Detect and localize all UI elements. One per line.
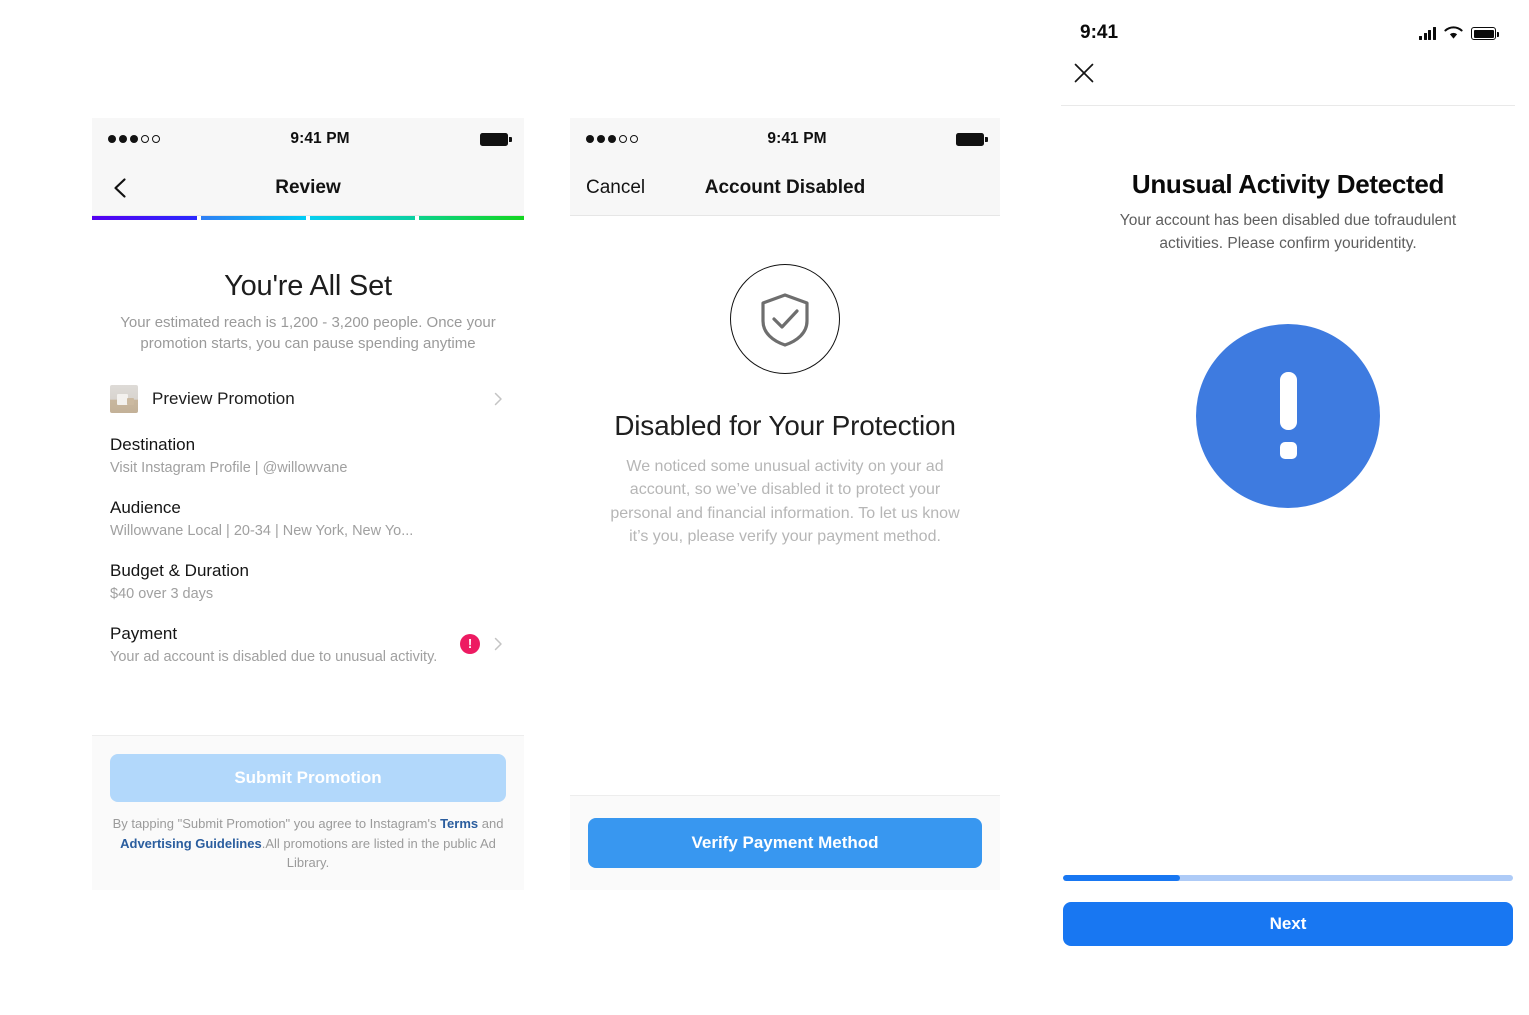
- cellular-signal-icon: [1418, 27, 1436, 40]
- preview-promotion-row[interactable]: Preview Promotion: [110, 377, 506, 429]
- detail-row-budget-duration: Budget & Duration $40 over 3 days: [110, 555, 506, 618]
- disabled-nav-bar: Cancel Account Disabled: [570, 160, 1000, 216]
- step-segment-2: [201, 216, 306, 220]
- header-divider: [1061, 105, 1515, 106]
- legal-mid: and: [478, 816, 504, 832]
- shield-check-icon: [761, 293, 809, 347]
- page-title: Review: [275, 176, 341, 198]
- detail-title: Payment: [110, 623, 178, 643]
- unusual-activity-bottom-bar: Next: [1047, 875, 1529, 968]
- progress-bar-fill: [1063, 875, 1180, 881]
- cancel-button[interactable]: Cancel: [586, 177, 645, 199]
- detail-value: Willowvane Local | 20-34 | New York, New…: [110, 522, 414, 539]
- advertising-guidelines-link[interactable]: Advertising Guidelines: [120, 836, 262, 851]
- alert-icon-wrapper: [1047, 323, 1529, 508]
- ios-status-bar: 9:41 PM: [570, 118, 1000, 160]
- close-x-icon[interactable]: [1073, 62, 1095, 84]
- account-disabled-phone-panel: 9:41 PM Cancel Account Disabled Disabled…: [570, 118, 1000, 890]
- review-phone-panel: 9:41 PM Review You're All Set Your estim…: [92, 118, 524, 890]
- chevron-right-icon: [494, 637, 502, 650]
- detail-value: Your ad account is disabled due to unusu…: [110, 648, 438, 665]
- signal-strength-dots: [108, 135, 160, 143]
- review-footer: Submit Promotion By tapping "Submit Prom…: [92, 735, 524, 890]
- detail-title: Audience: [110, 497, 181, 517]
- legal-prefix: By tapping "Submit Promotion" you agree …: [112, 816, 441, 832]
- exclamation-glyph: [1279, 372, 1297, 460]
- detail-title: Budget & Duration: [110, 560, 249, 580]
- detail-title: Destination: [110, 434, 196, 454]
- disabled-body-text: We noticed some unusual activity on your…: [610, 458, 960, 546]
- progress-bar-track: [1063, 875, 1513, 881]
- battery-full-icon: [956, 132, 988, 146]
- back-chevron-icon[interactable]: [108, 175, 134, 201]
- shield-icon-wrapper: [600, 216, 970, 374]
- chevron-right-icon: [494, 392, 502, 405]
- verify-payment-method-button[interactable]: Verify Payment Method: [588, 818, 982, 868]
- payment-row-action: !: [460, 624, 506, 654]
- preview-promotion-label: Preview Promotion: [152, 388, 295, 408]
- disabled-body: Disabled for Your Protection We noticed …: [570, 216, 1000, 798]
- battery-full-icon: [1471, 27, 1499, 40]
- detail-row-destination: Destination Visit Instagram Profile | @w…: [110, 429, 506, 492]
- promotion-thumbnail: [110, 384, 138, 413]
- payment-text-block: Payment Your ad account is disabled due …: [110, 624, 460, 665]
- terms-link[interactable]: Terms: [440, 816, 478, 831]
- disabled-footer: Verify Payment Method: [570, 795, 1000, 890]
- review-nav-bar: Review: [92, 160, 524, 216]
- status-bar-time: 9:41 PM: [767, 130, 827, 147]
- hero-subtitle: Your estimated reach is 1,200 - 3,200 pe…: [120, 314, 496, 353]
- unusual-activity-title: Unusual Activity Detected: [1131, 169, 1445, 199]
- android-status-bar: 9:41: [1047, 0, 1529, 44]
- icon-ring: [730, 264, 840, 374]
- unusual-activity-body-text: Your account has been disabled due tofra…: [1119, 212, 1457, 252]
- detail-value: $40 over 3 days: [110, 585, 214, 602]
- exclamation-circle-icon: [1196, 323, 1380, 508]
- ios-status-bar: 9:41 PM: [92, 118, 524, 160]
- unusual-activity-topbar: [1047, 44, 1529, 105]
- next-button[interactable]: Next: [1063, 902, 1513, 946]
- status-bar-time: 9:41: [1080, 22, 1119, 43]
- wifi-icon: [1444, 26, 1463, 39]
- detail-value: Visit Instagram Profile | @willowvane: [110, 459, 348, 476]
- step-segment-4: [419, 216, 524, 220]
- step-segment-3: [310, 216, 415, 220]
- disabled-title: Disabled for Your Protection: [614, 410, 956, 441]
- legal-suffix: .All promotions are listed in the public…: [261, 835, 496, 870]
- screenshot-canvas: 9:41 PM Review You're All Set Your estim…: [0, 0, 1529, 1015]
- hero-title: You're All Set: [224, 270, 392, 302]
- step-segment-1: [92, 216, 197, 220]
- status-bar-icons: [1418, 26, 1499, 40]
- status-bar-time: 9:41 PM: [290, 130, 350, 147]
- review-body: You're All Set Your estimated reach is 1…: [92, 220, 524, 681]
- warning-exclamation-icon: !: [460, 633, 480, 654]
- signal-strength-dots: [586, 135, 638, 143]
- detail-row-payment[interactable]: Payment Your ad account is disabled due …: [110, 618, 506, 681]
- submit-promotion-button[interactable]: Submit Promotion: [110, 754, 506, 803]
- hero-section: You're All Set Your estimated reach is 1…: [110, 220, 506, 377]
- detail-row-audience: Audience Willowvane Local | 20-34 | New …: [110, 492, 506, 555]
- unusual-activity-phone-panel: 9:41 Unusual Activity Detected Your acco…: [1047, 0, 1529, 968]
- legal-disclaimer: By tapping "Submit Promotion" you agree …: [110, 814, 506, 872]
- battery-full-icon: [480, 132, 512, 146]
